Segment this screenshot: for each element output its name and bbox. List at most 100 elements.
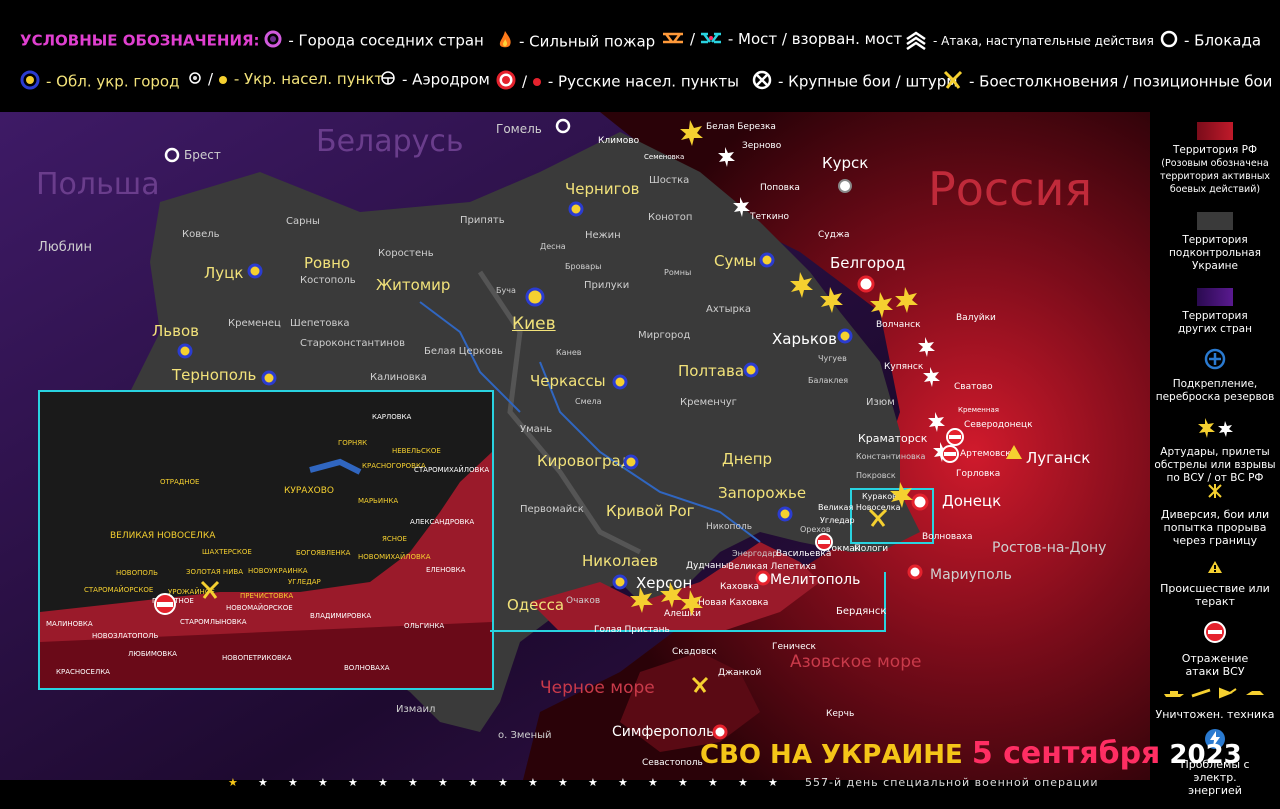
legend-russian: / - Русские насел. пункты (496, 70, 739, 94)
legend-airfield: - Аэродром (380, 70, 490, 90)
legend-major-battles-text: - Крупные бои / штурм (778, 72, 958, 91)
legend-repel: Отражение атаки ВСУ (1150, 620, 1280, 678)
star-icon: ★ (558, 776, 568, 789)
artillery-markers (630, 120, 918, 616)
legend-clashes: - Боестолкновения / позиционные бои (943, 70, 1272, 94)
clash-markers (200, 508, 888, 693)
legend-bridge-text: - Мост / взорван. мост (727, 30, 903, 48)
artillery-icon (1195, 416, 1235, 442)
ukr-swatch (1197, 212, 1233, 230)
incident-icon (1207, 560, 1223, 578)
repel-icon (1203, 620, 1227, 648)
star-icon: ★ (528, 776, 538, 789)
star-icon: ★ (228, 776, 238, 789)
airfield-icon (380, 70, 396, 90)
legend-ukr-label: Территория подконтрольная Украине (1169, 234, 1261, 272)
diversion-icon (1206, 482, 1224, 504)
star-icon: ★ (708, 776, 718, 789)
legend-rf-note: (Розовым обозначена территория активных … (1159, 158, 1271, 195)
star-icon: ★ (258, 776, 268, 789)
russian-city-icon (496, 70, 516, 94)
legend-header: УСЛОВНЫЕ ОБОЗНАЧЕНИЯ: - Города соседних … (0, 0, 1280, 112)
legend-artillery: Артудары, прилеты обстрелы или взрывы по… (1150, 416, 1280, 485)
footer-title: СВО НА УКРАИНЕ 5 сентября 2023 (700, 736, 1242, 771)
star-icon: ★ (318, 776, 328, 789)
legend-title: УСЛОВНЫЕ ОБОЗНАЧЕНИЯ: (20, 31, 260, 50)
legend-destroyed: Уничтожен. техника (1150, 686, 1280, 721)
destroyed-equipment-icon (1160, 686, 1270, 704)
legend-artillery-label: Артудары, прилеты обстрелы или взрывы по… (1154, 446, 1276, 484)
legend-ukr-settlement-text: - Укр. насел. пункт (233, 70, 384, 88)
legend-rf-label: Территория РФ (1172, 144, 1258, 156)
star-icon: ★ (738, 776, 748, 789)
map-area: Беларусь Польша Россия Черное море Азовс… (0, 112, 1150, 792)
legend-slash-3: / (522, 72, 528, 91)
destroyed-bridge-icon (700, 31, 722, 49)
legend-major-battles: - Крупные бои / штурм (752, 70, 958, 94)
star-icon: ★ (648, 776, 658, 789)
legend-reinforcement-label: Подкрепление, переброска резервов (1155, 378, 1275, 403)
legend-incident: Происшествие или теракт (1150, 560, 1280, 608)
star-icon: ★ (468, 776, 478, 789)
repel-markers (154, 428, 964, 615)
legend-fire: - Сильный пожар (497, 30, 655, 54)
fire-icon (497, 30, 513, 54)
legend-blockade-text: - Блокада (1184, 31, 1262, 50)
neighbor-city-icon (264, 30, 282, 52)
legend-ukr-settlement: / - Укр. насел. пункт (188, 70, 383, 89)
legend-bridge: / - Мост / взорван. мост (662, 30, 902, 49)
star-icon: ★ (618, 776, 628, 789)
front-markers (154, 120, 1022, 693)
legend-repel-label: Отражение атаки ВСУ (1181, 652, 1249, 678)
attack-icon (905, 30, 927, 53)
legend-russian-text: - Русские насел. пункты (547, 72, 739, 91)
clash-icon (943, 70, 963, 94)
legend-big-fire: - Сильный пожар (519, 32, 656, 51)
legend-slash-2: / (208, 70, 214, 88)
footer-subtitle: 557-й день специальной военной операции (805, 776, 1099, 789)
legend-oblast: - Обл. укр. город (20, 70, 179, 94)
star-icon: ★ (348, 776, 358, 789)
oblast-city-icon (20, 70, 40, 94)
star-icon: ★ (768, 776, 778, 789)
star-icon: ★ (438, 776, 448, 789)
legend-slash: / (690, 30, 696, 48)
legend-blockade: - Блокада (1160, 30, 1261, 52)
legend-sidebar: Территория РФ (Розовым обозначена террит… (1150, 112, 1280, 809)
assault-icon (752, 70, 772, 94)
settlement-icon (188, 71, 202, 89)
legend-diversion: Диверсия, бои или попытка прорыва через … (1150, 482, 1280, 547)
star-icon: ★ (408, 776, 418, 789)
legend-ukr-territory: Территория подконтрольная Украине (1150, 212, 1280, 273)
legend-reinforcement: Подкрепление, переброска резервов (1150, 348, 1280, 404)
legend-attack-text: - Атака, наступательные действия (933, 34, 1154, 48)
legend-incident-label: Происшествие или теракт (1160, 582, 1270, 608)
footer-date: 5 сентября (971, 736, 1161, 771)
legend-clashes-text: - Боестолкновения / позиционные бои (969, 72, 1273, 91)
legend-airfield-text: - Аэродром (402, 70, 490, 89)
legend-diversion-label: Диверсия, бои или попытка прорыва через … (1160, 508, 1270, 547)
star-icon: ★ (288, 776, 298, 789)
incident-markers (1006, 445, 1022, 459)
rf-swatch (1197, 122, 1233, 140)
footer-title-text: СВО НА УКРАИНЕ (700, 740, 963, 770)
star-icon: ★ (678, 776, 688, 789)
legend-oblast-text: - Обл. укр. город (46, 72, 180, 91)
legend-rf-territory: Территория РФ (Розовым обозначена террит… (1150, 122, 1280, 196)
legend-attack: - Атака, наступательные действия (905, 30, 1154, 53)
star-icon: ★ (498, 776, 508, 789)
other-swatch (1197, 288, 1233, 306)
russian-settlement-icon (532, 73, 542, 91)
settlement-dot-icon (218, 71, 228, 89)
legend-neighbor-cities: - Города соседних стран (288, 31, 484, 50)
legend-other-territory: Территория других стран (1150, 288, 1280, 336)
legend-other-label: Территория других стран (1178, 310, 1252, 335)
footer-year: 2023 (1169, 740, 1242, 770)
legend-destroyed-label: Уничтожен. техника (1155, 708, 1275, 721)
star-icon: ★ (588, 776, 598, 789)
star-icon: ★ (378, 776, 388, 789)
reinforcement-icon (1204, 348, 1226, 374)
bridge-icon (662, 31, 684, 49)
blockade-icon (1160, 30, 1178, 52)
legend-row-1: УСЛОВНЫЕ ОБОЗНАЧЕНИЯ: - Города соседних … (20, 30, 484, 52)
